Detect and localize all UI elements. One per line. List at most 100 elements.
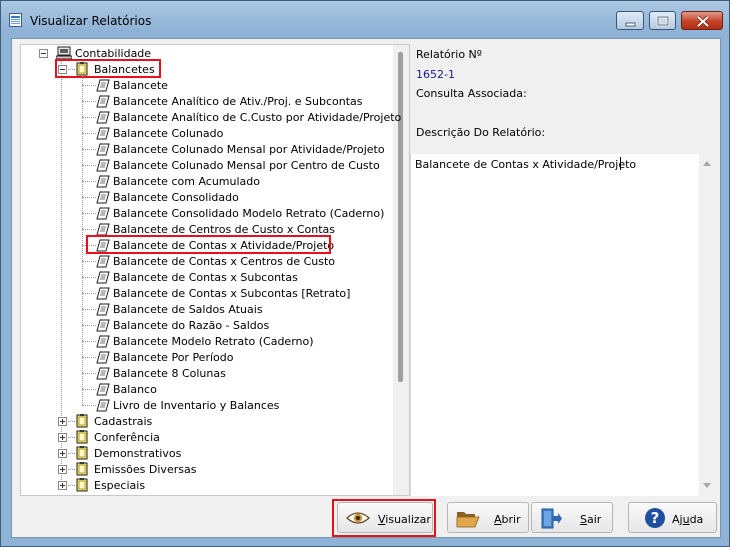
report-document-icon	[96, 271, 110, 284]
expander-folder[interactable]	[58, 417, 67, 426]
tree-connector-line	[82, 341, 96, 342]
tree-node-folder-label: Demonstrativos	[94, 447, 182, 460]
tree-scrollbar-thumb[interactable]	[398, 52, 403, 382]
tree-connector-line	[82, 85, 96, 86]
tree-report-item-label: Balancete Colunado Mensal por Atividade/…	[113, 143, 385, 156]
tree-report-item-label: Balancete do Razão - Saldos	[113, 319, 270, 332]
consulta-label: Consulta Associada:	[416, 87, 527, 100]
minimize-button[interactable]	[616, 11, 644, 30]
tree-connector-line	[82, 325, 96, 326]
report-document-icon	[96, 207, 110, 220]
selected-report-highlight-box	[86, 235, 331, 254]
report-document-icon	[96, 111, 110, 124]
clipboard-folder-icon	[76, 430, 88, 444]
expander-folder[interactable]	[58, 433, 67, 442]
expander-folder[interactable]	[58, 449, 67, 458]
report-document-icon	[96, 143, 110, 156]
tree-connector-line	[82, 229, 96, 230]
report-document-icon	[96, 175, 110, 188]
tree-connector-line	[82, 75, 83, 405]
tree-report-item-label: Balancete Analítico de C.Custo por Ativi…	[113, 111, 402, 124]
report-document-icon	[96, 399, 110, 412]
tree-connector-line	[82, 389, 96, 390]
report-document-icon	[96, 127, 110, 140]
client-area: Contabilidade Balancetes Balancete Balancet…	[11, 38, 721, 538]
report-document-icon	[96, 335, 110, 348]
report-document-icon	[96, 79, 110, 92]
tree-connector-line	[82, 181, 96, 182]
report-document-icon	[96, 319, 110, 332]
tree-connector-line	[82, 165, 96, 166]
tree-report-item-label: Balancete Consolidado Modelo Retrato (Ca…	[113, 207, 385, 220]
report-tree[interactable]: Contabilidade Balancetes Balancete Balancet…	[20, 44, 410, 496]
clipboard-folder-icon	[76, 462, 88, 476]
tree-connector-line	[82, 149, 96, 150]
tree-connector-line	[82, 101, 96, 102]
tree-report-item-label: Balancete de Contas x Centros de Custo	[113, 255, 336, 268]
tree-report-item-label: Balancete Colunado Mensal por Centro de …	[113, 159, 380, 172]
exit-door-icon	[541, 508, 562, 529]
expander-folder[interactable]	[58, 481, 67, 490]
button-bar: Visualizar Abrir Sair ? Ajuda	[12, 499, 720, 537]
clipboard-folder-icon	[76, 446, 88, 460]
close-icon	[696, 15, 710, 28]
report-document-icon	[96, 287, 110, 300]
tree-connector-line	[82, 197, 96, 198]
tree-node-folder-label: Cadastrais	[94, 415, 153, 428]
text-caret	[620, 157, 621, 170]
tree-report-item-label: Balancete com Acumulado	[113, 175, 260, 188]
close-button[interactable]	[681, 11, 723, 30]
sair-label: Sair	[580, 513, 602, 526]
expander-contabilidade[interactable]	[39, 49, 48, 58]
clipboard-folder-icon	[76, 414, 88, 428]
maximize-button[interactable]	[649, 11, 676, 30]
report-document-icon	[96, 367, 110, 380]
sair-button[interactable]: Sair	[531, 502, 613, 533]
tree-connector-line	[82, 277, 96, 278]
tree-report-item-label: Balancete 8 Colunas	[113, 367, 226, 380]
tree-report-item-label: Balancete Por Período	[113, 351, 234, 364]
report-document-icon	[96, 255, 110, 268]
tree-connector-line	[82, 373, 96, 374]
tree-report-item-label: Balancete Consolidado	[113, 191, 239, 204]
tree-report-item-label: Balancete	[113, 79, 168, 92]
title-bar[interactable]: Visualizar Relatórios	[1, 1, 729, 35]
tree-connector-line	[82, 133, 96, 134]
visualizar-highlight-box	[332, 499, 436, 537]
folder-open-icon	[456, 512, 480, 528]
ajuda-button[interactable]: ? Ajuda	[628, 502, 717, 533]
tree-report-item-label: Balancete Modelo Retrato (Caderno)	[113, 335, 314, 348]
tree-report-item-label: Balancete de Saldos Atuais	[113, 303, 263, 316]
tree-connector-line	[82, 261, 96, 262]
abrir-label: Abrir	[494, 513, 521, 526]
abrir-button[interactable]: Abrir	[447, 502, 529, 533]
report-document-icon	[96, 95, 110, 108]
tree-report-item-label: Balancete Analítico de Ativ./Proj. e Sub…	[113, 95, 363, 108]
report-info-panel: Relatório Nº 1652-1 Consulta Associada: …	[410, 44, 716, 496]
tree-node-folder-label: Especiais	[94, 479, 146, 492]
computer-icon	[56, 46, 72, 60]
svg-text:?: ?	[651, 509, 660, 527]
tree-report-item-label: Balancete Colunado	[113, 127, 224, 140]
tree-report-item-label: Balancete de Contas x Subcontas [Retrato…	[113, 287, 351, 300]
expander-folder[interactable]	[58, 465, 67, 474]
descricao-label: Descrição Do Relatório:	[416, 126, 546, 139]
report-document-icon	[96, 303, 110, 316]
report-document-icon	[96, 159, 110, 172]
tree-connector-line	[82, 293, 96, 294]
tree-report-item-label: Balanco	[113, 383, 157, 396]
tree-node-folder-label: Emissões Diversas	[94, 463, 197, 476]
description-scrollbar[interactable]	[699, 154, 715, 496]
help-icon: ?	[645, 508, 665, 528]
app-icon	[9, 13, 22, 27]
report-document-icon	[96, 383, 110, 396]
maximize-icon	[656, 15, 670, 27]
report-document-icon	[96, 191, 110, 204]
tree-report-item-label: Balancete de Contas x Subcontas	[113, 271, 298, 284]
description-textarea[interactable]: Balancete de Contas x Atividade/Projeto	[410, 154, 715, 496]
report-document-icon	[96, 351, 110, 364]
relatorio-value: 1652-1	[416, 68, 455, 81]
description-text: Balancete de Contas x Atividade/Projeto	[415, 158, 637, 171]
tree-report-item-label: Livro de Inventario y Balances	[113, 399, 280, 412]
relatorio-label: Relatório Nº	[416, 48, 482, 61]
